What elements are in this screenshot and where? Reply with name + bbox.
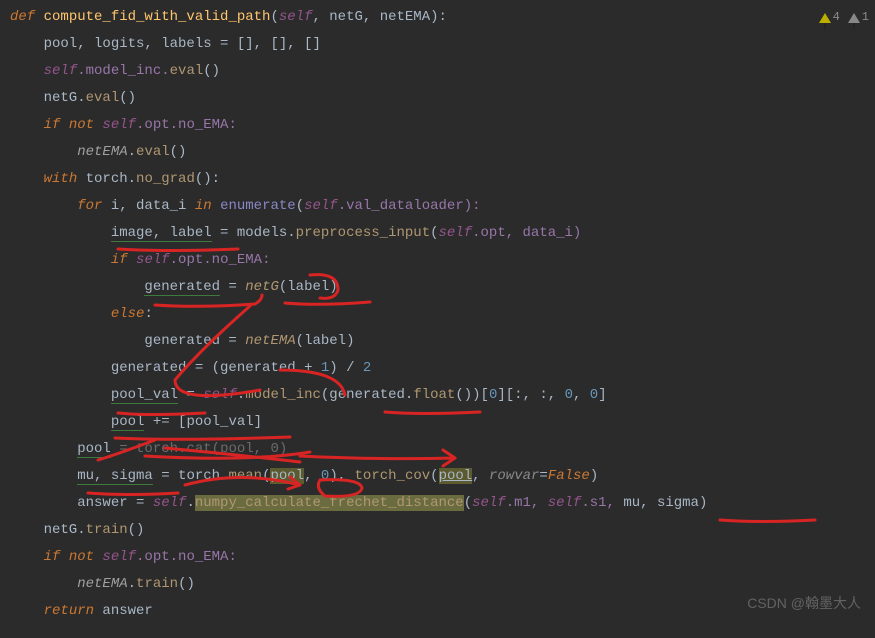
code-line: return answer [10,598,875,625]
code-line: if not self.opt.no_EMA: [10,544,875,571]
inspection-warnings[interactable]: 4 1 [819,4,869,31]
code-line: mu, sigma = torch.mean(pool, 0), torch_c… [10,463,875,490]
code-line: netEMA.train() [10,571,875,598]
code-line: else: [10,301,875,328]
code-line: with torch.no_grad(): [10,166,875,193]
warning-yellow-icon[interactable]: 4 [819,4,840,31]
code-line: netEMA.eval() [10,139,875,166]
code-line: pool = torch.cat(pool, 0) [10,436,875,463]
code-line: def compute_fid_with_valid_path(self, ne… [10,4,875,31]
code-line: for i, data_i in enumerate(self.val_data… [10,193,875,220]
code-line: pool_val = self.model_inc(generated.floa… [10,382,875,409]
code-line: answer = self.numpy_calculate_frechet_di… [10,490,875,517]
code-line: pool, logits, labels = [], [], [] [10,31,875,58]
code-editor[interactable]: def compute_fid_with_valid_path(self, ne… [0,0,875,625]
code-line: netG.train() [10,517,875,544]
watermark: CSDN @翰墨大人 [747,590,861,617]
code-line: generated = netG(label) [10,274,875,301]
warning-grey-icon[interactable]: 1 [848,4,869,31]
code-line: if not self.opt.no_EMA: [10,112,875,139]
code-line: self.model_inc.eval() [10,58,875,85]
code-line: generated = netEMA(label) [10,328,875,355]
code-line: netG.eval() [10,85,875,112]
code-line: if self.opt.no_EMA: [10,247,875,274]
code-line: image, label = models.preprocess_input(s… [10,220,875,247]
code-line: generated = (generated + 1) / 2 [10,355,875,382]
code-line: pool += [pool_val] [10,409,875,436]
